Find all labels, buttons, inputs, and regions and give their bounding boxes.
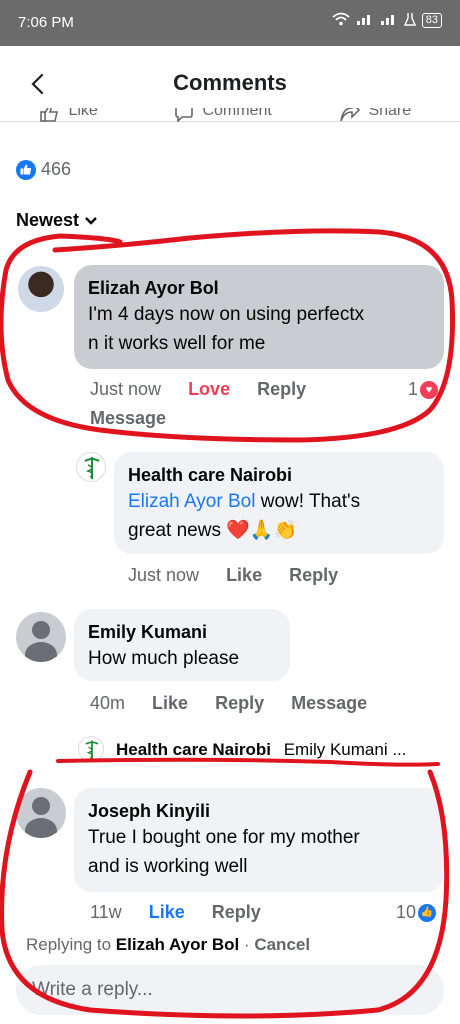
comment-meta: 11w Like Reply	[90, 902, 261, 923]
share-icon	[340, 108, 361, 122]
comment-reaction-count[interactable]: 1 ♥	[408, 379, 439, 400]
mention-link[interactable]: Elizah Ayor Bol	[128, 491, 255, 512]
comment-meta: Just now Like Reply	[128, 565, 338, 586]
status-bar: 7:06 PM 83	[0, 0, 460, 46]
comment-action-label: Comment	[202, 108, 272, 119]
reply-preview: Emily Kumani ...	[283, 740, 407, 759]
signal-icon-2	[380, 12, 398, 29]
like-button[interactable]: Like	[226, 565, 262, 585]
comment-author[interactable]: Elizah Ayor Bol	[88, 276, 430, 300]
love-reaction-button[interactable]: Love	[188, 379, 230, 399]
post-actions-row: Like Comment Share	[40, 108, 440, 124]
sort-label: Newest	[16, 210, 80, 230]
reaction-count: 466	[41, 159, 72, 179]
comment-author[interactable]: Emily Kumani	[88, 620, 276, 644]
replying-separator: ·	[239, 935, 255, 954]
lab-icon	[403, 12, 416, 29]
comment-author[interactable]: Joseph Kinyili	[88, 799, 430, 823]
avatar[interactable]	[16, 612, 66, 662]
comment-meta: Just now Love Reply	[90, 379, 306, 400]
share-action-label: Share	[368, 108, 412, 119]
message-button[interactable]: Message	[90, 408, 166, 429]
like-button[interactable]: Like	[149, 902, 185, 922]
page-title: Comments	[173, 70, 287, 95]
page-avatar[interactable]	[76, 452, 106, 482]
share-action[interactable]: Share	[340, 108, 411, 124]
reply-button[interactable]: Reply	[212, 902, 261, 922]
comment-text: wow! That's	[255, 491, 361, 512]
comment-text-line: True I bought one for my mother	[88, 827, 360, 848]
avatar[interactable]	[16, 788, 66, 838]
page-avatar[interactable]	[78, 736, 104, 762]
comment-time: 11w	[90, 902, 122, 922]
cancel-reply-button[interactable]: Cancel	[254, 935, 310, 954]
replying-name: Elizah Ayor Bol	[115, 935, 240, 954]
collapsed-reply[interactable]: Health care Nairobi Emily Kumani ...	[116, 740, 407, 760]
comment-bubble[interactable]: Elizah Ayor Bol I'm 4 days now on using …	[74, 265, 444, 369]
emoji-reactions: ❤️🙏👏	[226, 520, 298, 541]
comment-icon	[175, 108, 193, 123]
caduceus-icon	[85, 740, 99, 760]
comment-meta: 40m Like Reply Message	[90, 693, 367, 714]
comment-time: Just now	[90, 379, 162, 399]
thumbs-up-icon	[40, 108, 58, 122]
reply-button[interactable]: Reply	[289, 565, 338, 585]
reaction-count-value: 10	[396, 902, 417, 922]
battery-icon: 83	[421, 13, 442, 28]
avatar[interactable]	[18, 266, 64, 312]
replying-prefix: Replying to	[26, 935, 116, 954]
comment-text-line: and is working well	[88, 856, 248, 877]
caduceus-icon	[84, 457, 100, 479]
like-reaction-icon: 👍	[418, 903, 437, 922]
like-action[interactable]: Like	[40, 108, 98, 124]
reply-author: Health care Nairobi	[116, 740, 271, 759]
like-reaction-icon	[16, 159, 36, 180]
status-time: 7:06 PM	[18, 14, 74, 31]
post-reactions[interactable]: 466	[16, 159, 71, 180]
comment-action[interactable]: Comment	[174, 108, 272, 124]
like-action-label: Like	[68, 108, 98, 119]
like-button[interactable]: Like	[152, 693, 188, 713]
comment-bubble[interactable]: Health care Nairobi Elizah Ayor Bol wow!…	[114, 452, 444, 554]
comment-reaction-count[interactable]: 10 👍	[396, 902, 437, 923]
comment-bubble[interactable]: Emily Kumani How much please	[74, 609, 290, 681]
message-label: Message	[90, 408, 167, 428]
comment-text: How much please	[88, 648, 240, 669]
signal-icon	[356, 12, 374, 29]
status-icons: 83	[332, 12, 442, 29]
wifi-icon	[332, 12, 350, 29]
comment-text-line: I'm 4 days now on using perfectx	[88, 304, 365, 325]
comment-text-line: n it works well for me	[88, 333, 266, 354]
message-button[interactable]: Message	[291, 693, 367, 713]
heart-icon: ♥	[420, 380, 439, 399]
comment-author[interactable]: Health care Nairobi	[128, 463, 430, 487]
reaction-count-value: 1	[408, 379, 419, 399]
comment-time: Just now	[128, 565, 200, 585]
sort-dropdown[interactable]: Newest	[16, 210, 98, 231]
chevron-down-icon	[85, 217, 97, 225]
reply-input[interactable]	[16, 965, 444, 1015]
comment-text-line: great news	[128, 520, 221, 541]
reply-button[interactable]: Reply	[257, 379, 306, 399]
comment-time: 40m	[90, 693, 126, 713]
reply-button[interactable]: Reply	[215, 693, 264, 713]
comment-bubble[interactable]: Joseph Kinyili True I bought one for my …	[74, 788, 444, 892]
replying-to-bar: Replying to Elizah Ayor Bol · Cancel	[26, 935, 310, 955]
